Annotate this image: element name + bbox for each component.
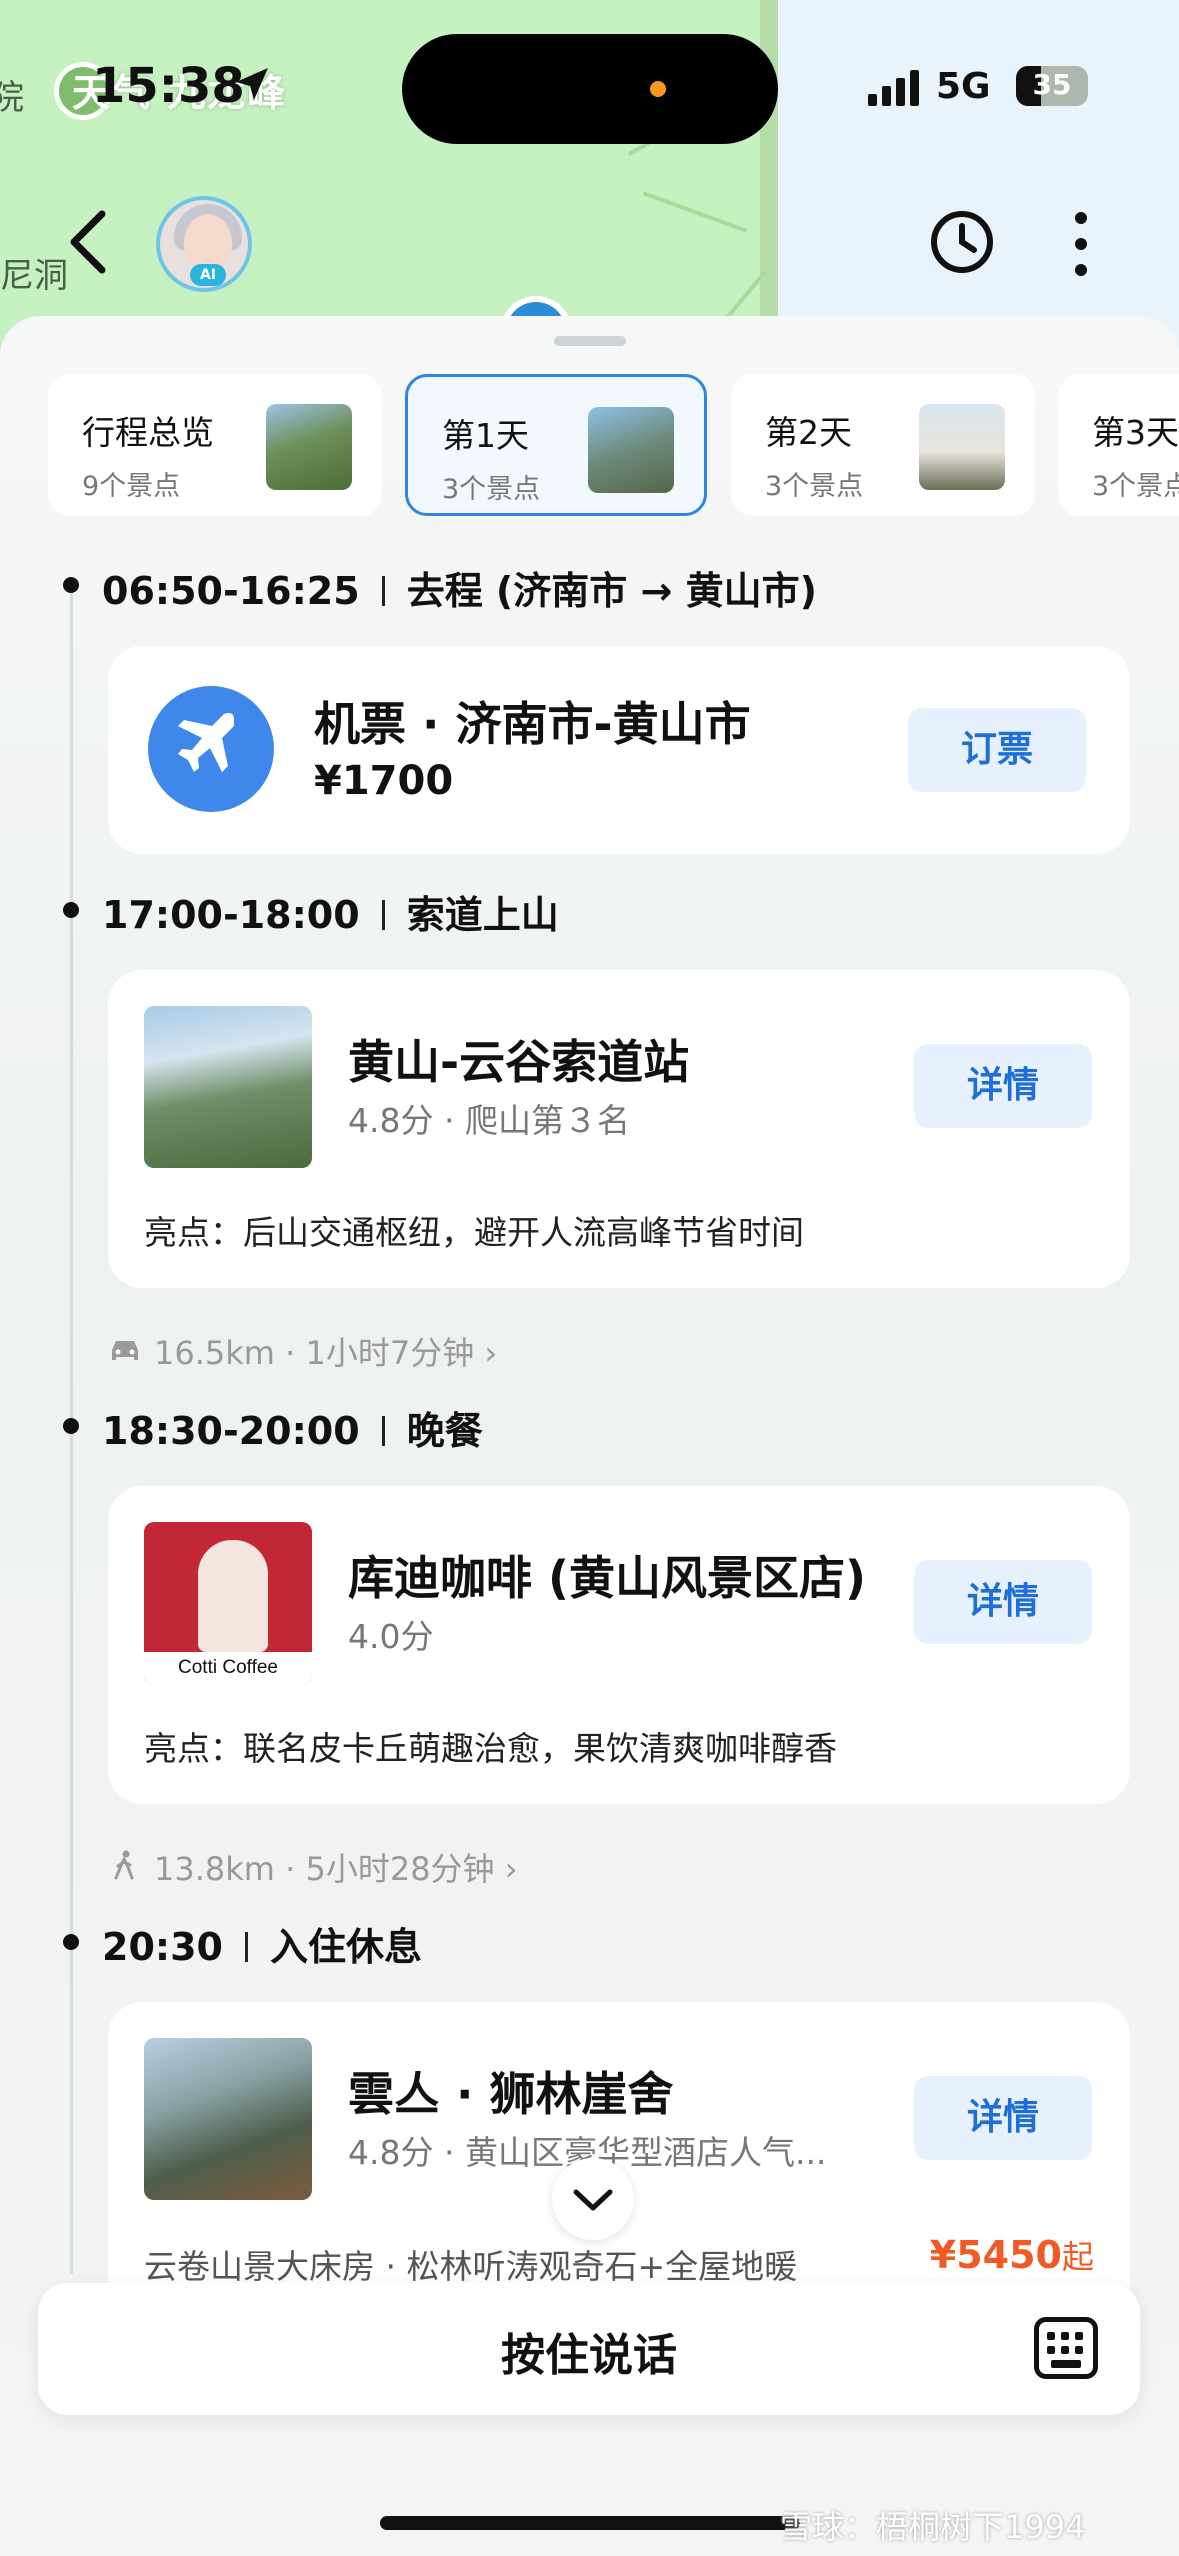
tab-day-2[interactable]: 第2天 3个景点 bbox=[731, 374, 1035, 516]
timeline-dot bbox=[63, 1934, 79, 1950]
cableway-highlight: 亮点：后山交通枢纽，避开人流高峰节省时间 bbox=[144, 1213, 804, 1252]
hold-to-talk-label: 按住说话 bbox=[501, 2330, 677, 2381]
chevron-down-icon bbox=[573, 2189, 613, 2211]
transit-car-info[interactable]: 16.5km · 1小时7分钟 › bbox=[108, 1328, 497, 1374]
cableway-photo bbox=[144, 1006, 312, 1168]
hold-to-talk-button[interactable]: 按住说话 bbox=[38, 2283, 1140, 2415]
timeline-label: 索道上山 bbox=[406, 893, 559, 937]
hotel-price-suffix: 起 bbox=[1061, 2238, 1094, 2276]
ai-assistant-avatar[interactable]: AI bbox=[156, 196, 252, 292]
watermark-text: 雪球：梧桐树下1994 bbox=[780, 2508, 1086, 2546]
timeline-time: 06:50-16:25 bbox=[102, 569, 360, 613]
map-cave-label: 尼洞 bbox=[0, 256, 68, 296]
restaurant-rating: 4.0分 bbox=[348, 1617, 434, 1656]
home-indicator[interactable] bbox=[380, 2516, 800, 2530]
timeline-label: 去程 (济南市 → 黄山市) bbox=[406, 569, 817, 613]
location-arrow-icon bbox=[236, 68, 268, 100]
timeline-time: 18:30-20:00 bbox=[102, 1409, 360, 1453]
sheet-grabber[interactable] bbox=[554, 336, 626, 346]
timeline-label: 晚餐 bbox=[406, 1409, 483, 1453]
battery-level: 35 bbox=[1032, 68, 1072, 101]
timeline-dot bbox=[63, 902, 79, 918]
airplane-icon bbox=[148, 686, 274, 812]
hotel-details-button[interactable]: 详情 bbox=[914, 2076, 1092, 2160]
restaurant-details-button[interactable]: 详情 bbox=[914, 1560, 1092, 1644]
ai-badge: AI bbox=[190, 264, 226, 286]
cableway-rating: 4.8分 · 爬山第３名 bbox=[348, 1101, 630, 1140]
timeline-header: 17:00-18:00 索道上山 bbox=[102, 884, 559, 939]
transit-walk-info[interactable]: 13.8km · 5小时28分钟 › bbox=[108, 1844, 518, 1890]
battery-icon: 35 bbox=[1016, 66, 1088, 106]
hotel-photo bbox=[144, 2038, 312, 2200]
keyboard-icon[interactable] bbox=[1034, 2317, 1098, 2379]
timeline-time: 20:30 bbox=[102, 1925, 223, 1969]
back-button[interactable] bbox=[60, 206, 120, 278]
cableway-card[interactable]: 黄山-云谷索道站 4.8分 · 爬山第３名 详情 亮点：后山交通枢纽，避开人流高… bbox=[108, 970, 1130, 1288]
map-left-label: 院 bbox=[0, 78, 24, 118]
person-figure bbox=[198, 1540, 268, 1652]
tab-day-3[interactable]: 第3天 3个景点 bbox=[1058, 374, 1179, 516]
hotel-title: 雲亼 · 狮林崖舍 bbox=[348, 2067, 674, 2121]
tab-thumbnail bbox=[919, 404, 1005, 490]
restaurant-card[interactable]: Cotti Coffee 库迪咖啡 (黄山风景区店) 4.0分 详情 亮点：联名… bbox=[108, 1486, 1130, 1804]
flight-title: 机票 · 济南市-黄山市 bbox=[314, 697, 751, 751]
transit-text: 16.5km · 1小时7分钟 › bbox=[154, 1334, 498, 1372]
more-options-button[interactable] bbox=[1064, 208, 1098, 280]
tab-thumbnail bbox=[588, 407, 674, 493]
status-time: 15:38 bbox=[92, 58, 245, 114]
tab-thumbnail bbox=[266, 404, 352, 490]
transit-text: 13.8km · 5小时28分钟 › bbox=[154, 1850, 518, 1888]
tab-subtitle: 3个景点 bbox=[1092, 471, 1179, 502]
tab-title: 第3天 bbox=[1092, 413, 1179, 452]
history-clock-button[interactable] bbox=[928, 208, 996, 276]
timeline-label: 入住休息 bbox=[269, 1925, 422, 1969]
cotti-logo-text: Cotti Coffee bbox=[144, 1652, 312, 1684]
cableway-title: 黄山-云谷索道站 bbox=[348, 1035, 690, 1089]
hotel-price: ¥5450起 bbox=[930, 2232, 1094, 2278]
book-ticket-button[interactable]: 订票 bbox=[908, 708, 1086, 792]
flight-price: ¥1700 bbox=[314, 758, 454, 804]
timeline-header: 20:30 入住休息 bbox=[102, 1916, 422, 1971]
timeline-dot bbox=[63, 1418, 79, 1434]
restaurant-highlight: 亮点：联名皮卡丘萌趣治愈，果饮清爽咖啡醇香 bbox=[144, 1729, 837, 1768]
dynamic-island bbox=[402, 34, 778, 144]
restaurant-photo: Cotti Coffee bbox=[144, 1522, 312, 1684]
restaurant-title: 库迪咖啡 (黄山风景区店) bbox=[348, 1551, 867, 1605]
tab-overview[interactable]: 行程总览 9个景点 bbox=[48, 374, 382, 516]
car-icon bbox=[112, 1341, 138, 1360]
timeline-header: 18:30-20:00 晚餐 bbox=[102, 1400, 483, 1455]
cableway-details-button[interactable]: 详情 bbox=[914, 1044, 1092, 1128]
timeline-header: 06:50-16:25 去程 (济南市 → 黄山市) bbox=[102, 560, 817, 615]
network-type: 5G bbox=[936, 66, 991, 107]
cellular-signal-icon bbox=[868, 70, 919, 106]
map-road bbox=[642, 191, 748, 233]
flight-card[interactable]: 机票 · 济南市-黄山市 ¥1700 订票 bbox=[108, 646, 1130, 854]
tab-day-1[interactable]: 第1天 3个景点 bbox=[405, 374, 707, 516]
hotel-price-value: ¥5450 bbox=[929, 2233, 1062, 2277]
collapse-button[interactable] bbox=[552, 2158, 634, 2240]
timeline-dot bbox=[63, 577, 79, 593]
timeline-time: 17:00-18:00 bbox=[102, 893, 360, 937]
walking-icon bbox=[114, 1850, 134, 1880]
